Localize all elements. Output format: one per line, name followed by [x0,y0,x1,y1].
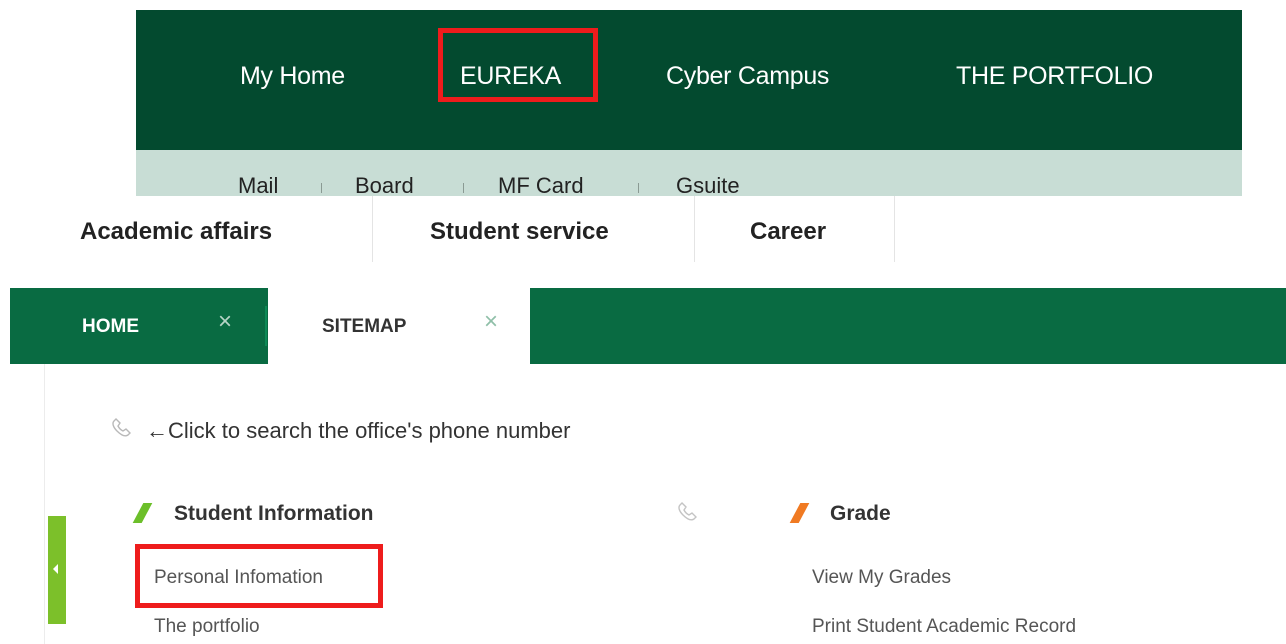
phone-icon[interactable] [110,418,134,445]
link-personal-information[interactable]: Personal Infomation [154,567,323,589]
portal-navigation: My Home EUREKA Cyber Campus THE PORTFOLI… [136,10,1242,150]
nav-cyber-campus[interactable]: Cyber Campus [666,62,829,91]
menu-student-service[interactable]: Student service [430,218,609,246]
utility-navigation: Mail Board MF Card Gsuite [136,150,1242,198]
tab-bar: HOME × SITEMAP × [10,288,1286,364]
link-print-academic-record[interactable]: Print Student Academic Record [812,616,1076,638]
menu-career[interactable]: Career [750,218,826,246]
close-icon[interactable]: × [484,310,498,334]
phone-icon[interactable] [676,502,700,529]
nav-eureka[interactable]: EUREKA [460,62,561,91]
nav-the-portfolio[interactable]: THE PORTFOLIO [956,62,1153,91]
sidebar-toggle-handle[interactable] [48,516,66,624]
link-view-my-grades[interactable]: View My Grades [812,567,951,589]
chevron-left-icon [53,564,58,574]
menu-divider [372,196,373,262]
separator [321,183,322,193]
tab-sitemap-label: SITEMAP [322,316,407,337]
section-title-grade: Grade [830,502,891,525]
tab-sitemap[interactable]: SITEMAP × [268,288,530,364]
menu-divider [894,196,895,262]
nav-my-home[interactable]: My Home [240,62,345,91]
section-marker-icon [132,503,153,523]
tab-separator [265,306,267,346]
close-icon[interactable]: × [218,310,232,334]
menu-academic-affairs[interactable]: Academic affairs [80,218,272,246]
main-menu: Academic affairs Student service Career [0,196,1286,268]
section-marker-icon [789,503,810,523]
tab-home[interactable]: HOME × [10,288,265,364]
separator [638,183,639,193]
menu-divider [694,196,695,262]
phone-search-hint: ←Click to search the office's phone numb… [146,418,571,443]
section-title-student-information: Student Information [174,502,374,525]
tab-home-label: HOME [82,316,139,337]
separator [463,183,464,193]
link-the-portfolio[interactable]: The portfolio [154,616,260,638]
content-border [44,364,45,644]
